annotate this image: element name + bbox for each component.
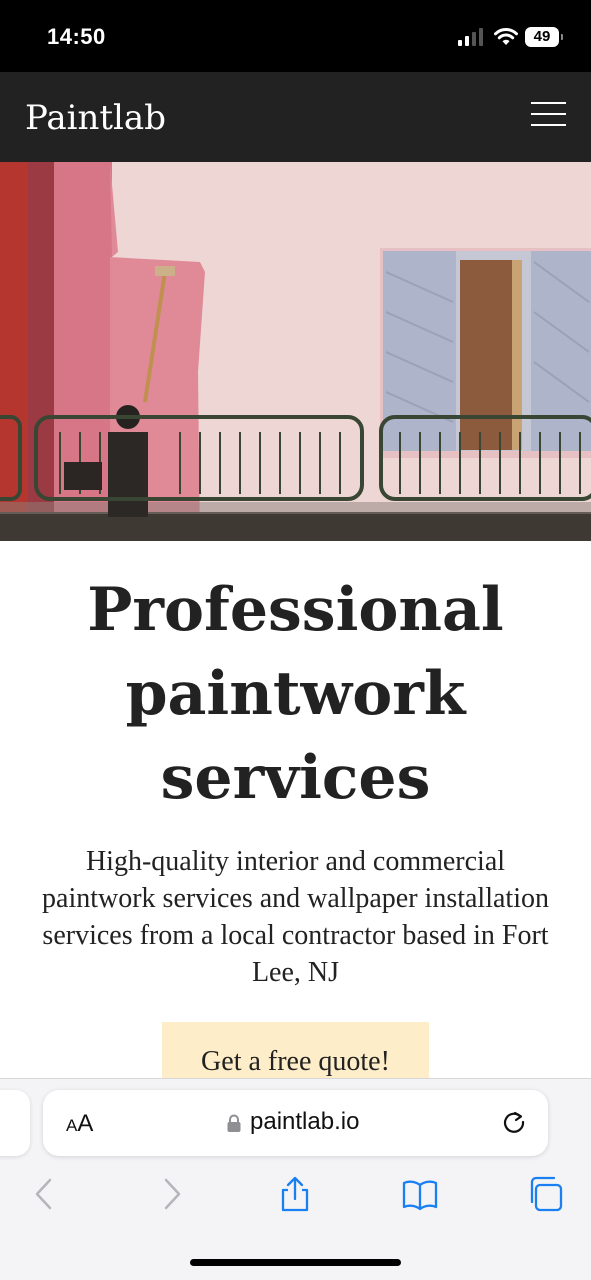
brand-logo[interactable]: Paintlab bbox=[25, 98, 166, 138]
page-description: High-quality interior and commercial pai… bbox=[42, 846, 549, 988]
lock-icon bbox=[227, 1114, 241, 1132]
hero-image bbox=[0, 162, 591, 541]
reload-icon[interactable] bbox=[500, 1108, 528, 1136]
forward-icon[interactable] bbox=[154, 1176, 190, 1212]
cellular-signal-icon bbox=[458, 28, 484, 46]
status-bar: 14:50 49 bbox=[0, 0, 591, 72]
previous-tab-preview[interactable] bbox=[0, 1090, 30, 1156]
wifi-icon bbox=[494, 28, 518, 45]
url-text[interactable]: paintlab.io bbox=[250, 1108, 359, 1136]
site-header: Paintlab bbox=[0, 72, 591, 162]
battery-icon: 49 bbox=[525, 27, 563, 47]
tabs-icon[interactable] bbox=[527, 1176, 563, 1212]
text-size-button[interactable]: AA bbox=[66, 1110, 93, 1138]
address-bar[interactable]: AA paintlab.io bbox=[43, 1090, 548, 1156]
status-time: 14:50 bbox=[47, 24, 106, 49]
bookmarks-icon[interactable] bbox=[402, 1176, 438, 1212]
back-icon[interactable] bbox=[26, 1176, 62, 1212]
share-icon[interactable] bbox=[277, 1176, 313, 1212]
page-headline: Professional paintwork services bbox=[87, 575, 504, 813]
home-indicator bbox=[190, 1259, 401, 1266]
hamburger-icon[interactable] bbox=[531, 102, 566, 126]
